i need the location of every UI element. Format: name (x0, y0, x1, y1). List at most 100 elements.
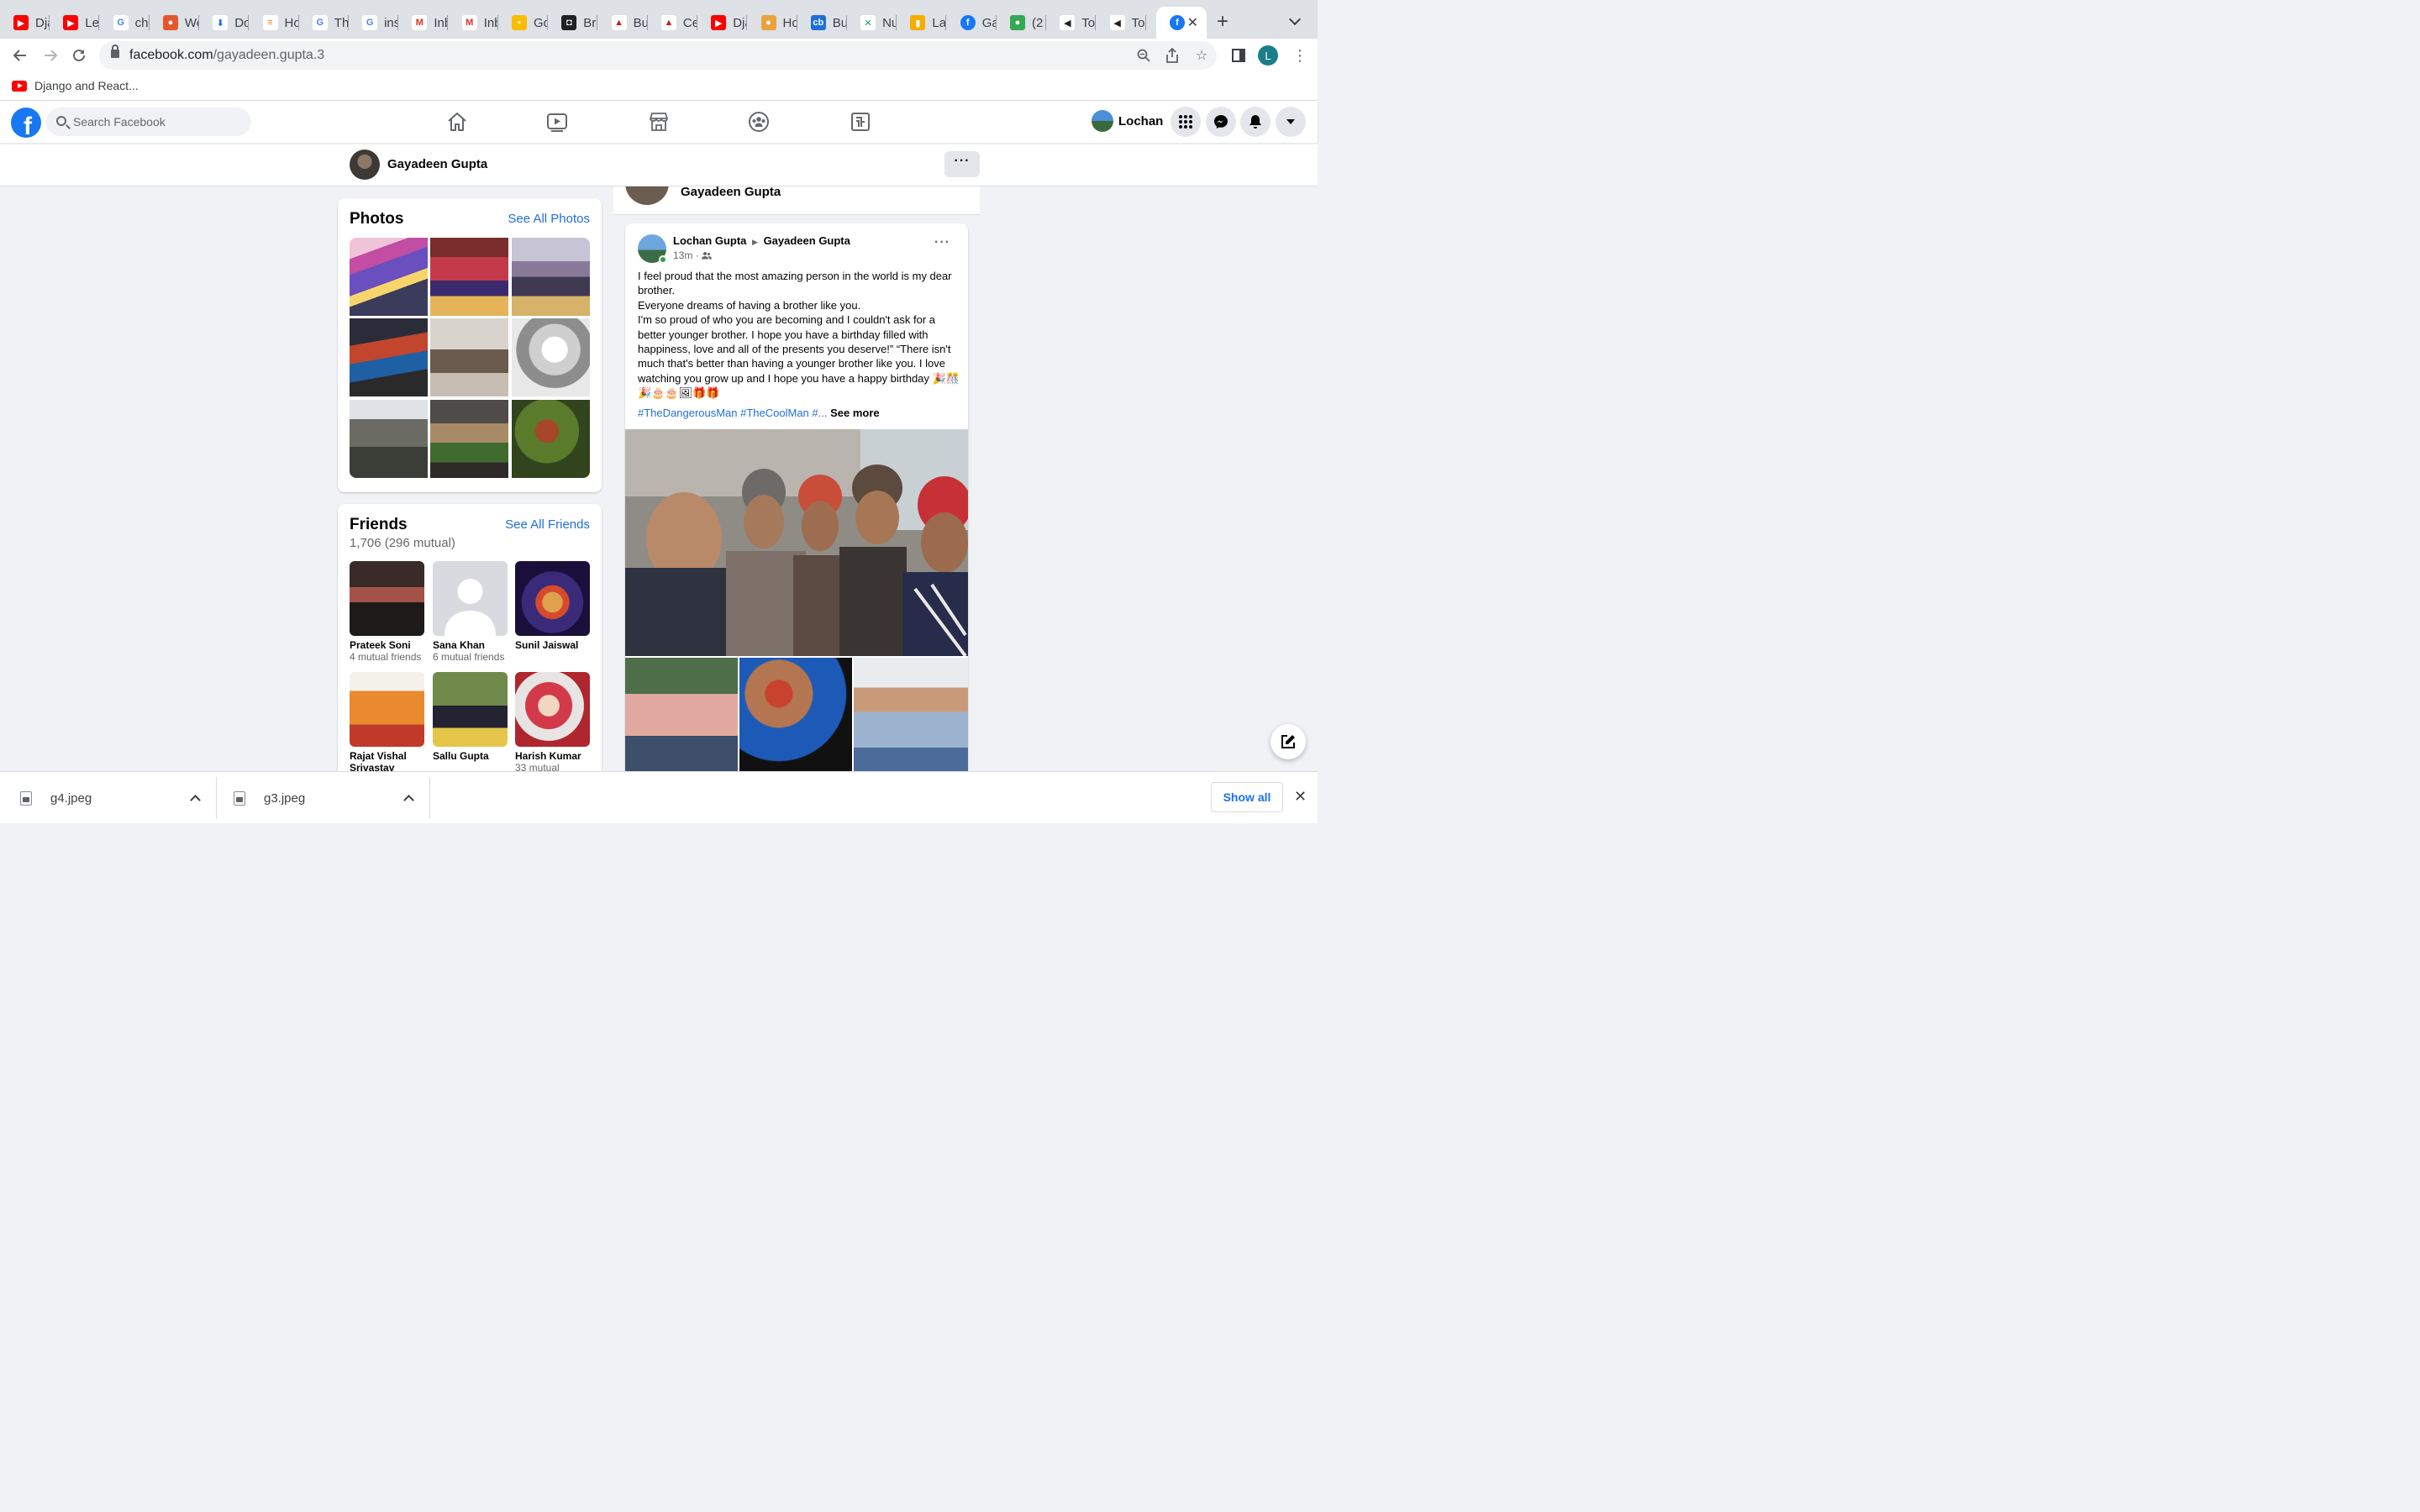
marketplace-icon[interactable] (648, 111, 670, 133)
browser-tab[interactable]: G Th (299, 7, 349, 39)
friend-photo-placeholder[interactable] (433, 561, 508, 636)
profile-avatar[interactable] (350, 150, 380, 180)
post-main-photo[interactable] (625, 429, 968, 656)
groups-icon[interactable] (748, 111, 770, 133)
profile-name[interactable]: Gayadeen Gupta (387, 157, 487, 171)
messenger-button[interactable] (1206, 107, 1236, 137)
bookmark-django-react[interactable]: Django and React... (12, 79, 139, 92)
megaphone-icon: ◀ (1060, 15, 1076, 30)
chrome-profile-avatar[interactable]: L (1258, 45, 1278, 66)
browser-tab[interactable]: ⬇ Do (199, 7, 250, 39)
friend-name[interactable]: Sallu Gupta (433, 750, 510, 762)
share-icon[interactable] (1165, 48, 1180, 63)
see-more-link[interactable]: See more (830, 407, 880, 419)
browser-tab[interactable]: Gch (100, 7, 150, 39)
browser-tab[interactable]: ▪ Go (498, 7, 548, 39)
chrome-menu-icon[interactable]: ⋮ (1292, 47, 1307, 64)
friend-photo[interactable] (350, 561, 424, 636)
close-download-shelf-icon[interactable]: ✕ (1294, 788, 1307, 806)
friend-photo[interactable] (433, 672, 508, 747)
browser-tab[interactable]: M Inb (449, 7, 498, 39)
photo-thumbnail[interactable] (430, 400, 508, 478)
see-all-friends-link[interactable]: See All Friends (505, 517, 590, 532)
browser-tab[interactable]: ● We (150, 7, 199, 39)
photo-thumbnail[interactable] (350, 318, 428, 396)
friend-name[interactable]: Rajat Vishal Srivastav (350, 750, 427, 774)
browser-tab[interactable]: ● (2 (997, 7, 1046, 39)
browser-tab[interactable]: f Ga (947, 7, 997, 39)
post-author-name[interactable]: Lochan Gupta (673, 234, 746, 247)
new-tab-button[interactable]: + (1217, 12, 1228, 32)
post-timestamp[interactable]: 13m · (673, 249, 702, 261)
facebook-logo-icon[interactable]: f (11, 108, 41, 138)
side-panel-icon[interactable] (1228, 45, 1249, 66)
browser-tab[interactable]: ▶ Dja (697, 7, 748, 39)
back-button[interactable] (10, 45, 30, 66)
photo-thumbnail[interactable] (430, 238, 508, 316)
bookmark-star-icon[interactable]: ☆ (1194, 48, 1209, 63)
menu-grid-button[interactable] (1171, 107, 1201, 137)
browser-tab[interactable]: M Inb (398, 7, 449, 39)
bell-icon (1249, 115, 1261, 129)
post-photo-thumbnail[interactable] (739, 658, 852, 778)
browser-tab[interactable]: ● Ho (748, 7, 797, 39)
photos-card: Photos See All Photos (338, 198, 602, 492)
zoom-icon[interactable] (1136, 48, 1151, 63)
profile-name-header[interactable]: Gayadeen Gupta (681, 185, 781, 199)
browser-tab[interactable]: Gins (349, 7, 399, 39)
notifications-button[interactable] (1240, 107, 1270, 137)
post-photo-thumbnail[interactable] (854, 658, 968, 778)
photo-thumbnail[interactable] (430, 318, 508, 396)
post-target-name[interactable]: Gayadeen Gupta (764, 234, 850, 247)
photo-thumbnail[interactable] (512, 238, 590, 316)
browser-tab[interactable]: ◘ Br (548, 7, 598, 39)
account-button[interactable] (1276, 107, 1306, 137)
new-message-button[interactable] (1270, 724, 1306, 759)
browser-tab[interactable]: ▲ Bu (598, 7, 648, 39)
friends-audience-icon[interactable] (702, 251, 713, 260)
friend-name[interactable]: Sunil Jaiswal (515, 639, 592, 651)
friend-name[interactable]: Harish Kumar (515, 750, 592, 762)
browser-tab[interactable]: ▮ La (897, 7, 947, 39)
watch-icon[interactable] (546, 111, 568, 133)
chevron-up-icon[interactable] (190, 795, 201, 806)
browser-tab[interactable]: cb Bu (797, 7, 847, 39)
friend-photo[interactable] (515, 672, 590, 747)
browser-tab[interactable]: ◀ To (1046, 7, 1097, 39)
browser-tab[interactable]: ▶ Dja (0, 7, 50, 39)
home-icon[interactable] (446, 111, 468, 133)
browser-tab[interactable]: ▲ Ce (648, 7, 697, 39)
photo-thumbnail[interactable] (350, 238, 428, 316)
photo-thumbnail[interactable] (350, 400, 428, 478)
download-item[interactable]: g4.jpeg (20, 777, 217, 819)
hashtag-links[interactable]: #TheDangerousMan #TheCoolMan #... (638, 407, 827, 419)
browser-tab[interactable]: ≡ Ho (250, 7, 299, 39)
browser-tab[interactable]: ◀ To (1097, 7, 1146, 39)
photo-thumbnail[interactable] (512, 318, 590, 396)
forward-button[interactable] (40, 45, 60, 66)
friend-name[interactable]: Prateek Soni (350, 639, 427, 651)
see-all-photos-link[interactable]: See All Photos (508, 212, 590, 226)
close-tab-icon[interactable]: ✕ (1187, 14, 1198, 31)
profile-more-button[interactable]: ··· (944, 151, 980, 177)
tab-title: To (1081, 15, 1096, 30)
friend-photo[interactable] (515, 561, 590, 636)
reload-button[interactable] (69, 45, 89, 66)
browser-tab[interactable]: ✕ Nu (847, 7, 897, 39)
tab-active-facebook[interactable]: f ✕ (1156, 7, 1207, 39)
post-photo-thumbnail[interactable] (625, 658, 738, 778)
photo-thumbnail[interactable] (512, 400, 590, 478)
post-options-icon[interactable]: ··· (934, 235, 950, 250)
friend-name[interactable]: Sana Khan (433, 639, 510, 651)
address-bar[interactable]: facebook.com/gayadeen.gupta.3 ☆ (99, 41, 1217, 70)
download-item[interactable]: g3.jpeg (234, 777, 430, 819)
facebook-search[interactable] (46, 108, 251, 136)
profile-shortcut[interactable]: Lochan (1092, 110, 1163, 132)
gaming-icon[interactable] (850, 111, 871, 133)
show-all-downloads-button[interactable]: Show all (1211, 782, 1283, 812)
url-text[interactable]: facebook.com/gayadeen.gupta.3 (129, 48, 324, 63)
search-input[interactable] (73, 108, 241, 136)
browser-tab[interactable]: ▶ Le (50, 7, 100, 39)
chevron-up-icon[interactable] (403, 795, 414, 806)
friend-photo[interactable] (350, 672, 424, 747)
